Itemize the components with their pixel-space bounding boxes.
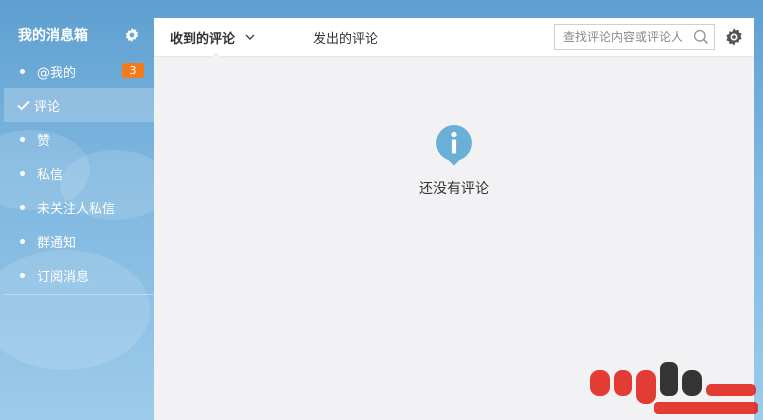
chevron-down-icon[interactable] <box>245 34 255 41</box>
checkmark-icon <box>17 100 30 111</box>
sidebar-item-label: @我的 <box>37 65 77 81</box>
tab-label: 发出的评论 <box>313 31 379 47</box>
search-input[interactable] <box>555 25 691 49</box>
gear-icon[interactable] <box>724 27 744 47</box>
bullet-icon <box>20 204 25 210</box>
sidebar-item-label: 订阅消息 <box>37 269 90 285</box>
sidebar-divider <box>4 294 154 295</box>
sidebar-item-label: 私信 <box>37 167 64 183</box>
search-icon[interactable] <box>693 29 709 45</box>
bullet-icon <box>20 238 25 244</box>
tab-received-comments[interactable]: 收到的评论 <box>170 18 255 58</box>
sidebar: 我的消息箱 @我的 3 评论 赞 私信 未关注人私信 群通知 订阅消息 <box>4 16 154 420</box>
sidebar-item-group-notices[interactable]: 群通知 <box>4 224 154 258</box>
bullet-icon <box>20 170 25 176</box>
sidebar-title: 我的消息箱 <box>18 28 88 44</box>
sidebar-item-subscriptions[interactable]: 订阅消息 <box>4 258 154 292</box>
sidebar-item-private-messages[interactable]: 私信 <box>4 156 154 190</box>
sidebar-item-comments[interactable]: 评论 <box>4 88 154 122</box>
empty-state: 还没有评论 <box>154 124 754 198</box>
gear-icon[interactable] <box>124 27 140 43</box>
empty-state-text: 还没有评论 <box>419 181 489 197</box>
unread-count-badge: 3 <box>122 63 144 78</box>
sidebar-item-label: 群通知 <box>37 235 77 251</box>
sidebar-item-label: 赞 <box>37 133 51 149</box>
bullet-icon <box>20 272 25 278</box>
search-box <box>554 24 715 50</box>
sidebar-item-label: 评论 <box>34 99 61 115</box>
sidebar-item-likes[interactable]: 赞 <box>4 122 154 156</box>
active-tab-pointer <box>210 51 222 58</box>
sidebar-item-at-me[interactable]: @我的 3 <box>4 54 154 88</box>
bullet-icon <box>20 68 25 74</box>
sidebar-header: 我的消息箱 <box>4 16 154 54</box>
tab-label: 收到的评论 <box>170 31 236 47</box>
sidebar-nav: @我的 3 评论 赞 私信 未关注人私信 群通知 订阅消息 <box>4 54 154 292</box>
tab-sent-comments[interactable]: 发出的评论 <box>313 18 378 57</box>
sidebar-item-stranger-messages[interactable]: 未关注人私信 <box>4 190 154 224</box>
bullet-icon <box>20 136 25 142</box>
info-icon <box>435 124 473 166</box>
panel-header: 收到的评论 发出的评论 <box>154 18 754 58</box>
watermark-logo <box>588 360 760 418</box>
sidebar-item-label: 未关注人私信 <box>37 201 116 217</box>
